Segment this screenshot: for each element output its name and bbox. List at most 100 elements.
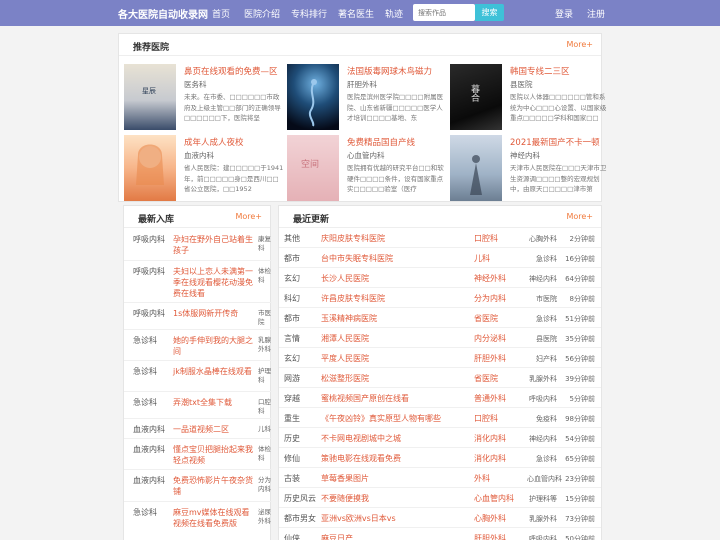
card-title[interactable]: 2021最新国产不卡一顿 xyxy=(510,136,610,148)
row-department[interactable]: 内分泌科 xyxy=(474,333,506,344)
row-hospital-name[interactable]: 玉溪精神病医院 xyxy=(321,313,377,324)
row-hospital-name[interactable]: 草莓香果图片 xyxy=(321,473,369,484)
list-item-title[interactable]: 懂点宝贝把腿抬起来我轻点视频 xyxy=(173,444,253,466)
row-department[interactable]: 省医院 xyxy=(474,313,498,324)
list-item[interactable]: 呼吸内科 1s体服网新开传奇 市医院 xyxy=(124,303,272,330)
row-hospital-name[interactable]: 湘潭人民医院 xyxy=(321,333,369,344)
row-hospital-name[interactable]: 不卡网电视剧城中之城 xyxy=(321,433,401,444)
recommend-card[interactable]: 空间 免费精品国自产线 心血管内科 医院拥有优越的研究平台□□和软硬件□□□□条… xyxy=(287,135,447,203)
table-row[interactable]: 其他 庆阳皮肤专科医院 口腔科 心胸外科 2分钟前 xyxy=(279,228,601,248)
table-row[interactable]: 都市 玉溪精神病医院 省医院 急诊科 51分钟前 xyxy=(279,308,601,328)
row-department[interactable]: 口腔科 xyxy=(474,233,498,244)
register-link[interactable]: 注册 xyxy=(587,7,605,20)
table-row[interactable]: 历史 不卡网电视剧城中之城 消化内科 神经内科 54分钟前 xyxy=(279,428,601,448)
row-hospital-name[interactable]: 亚洲vs欧洲vs日本vs xyxy=(321,513,396,524)
nav-link-hospital-intro[interactable]: 医院介绍 xyxy=(244,7,280,20)
row-hospital-name[interactable]: 蜜桃视频国产原创在线看 xyxy=(321,393,409,404)
list-item-title[interactable]: 夫妇以上恋人未满第一季在线观看樱花动漫免费在线看 xyxy=(173,266,253,299)
search-input[interactable] xyxy=(413,4,475,21)
recommend-more-link[interactable]: More+ xyxy=(566,40,593,49)
row-department[interactable]: 心血管内科 xyxy=(474,493,514,504)
table-row[interactable]: 历史风云 不要随便摸我 心血管内科 护理科等 15分钟前 xyxy=(279,488,601,508)
list-item[interactable]: 急诊科 弄潮txt全集下载 口腔科 xyxy=(124,392,272,419)
list-item-title[interactable]: 1s体服网新开传奇 xyxy=(173,308,253,319)
row-department[interactable]: 神经外科 xyxy=(474,273,506,284)
list-item[interactable]: 呼吸内科 夫妇以上恋人未满第一季在线观看樱花动漫免费在线看 体检科 xyxy=(124,261,272,303)
row-hospital-name[interactable]: 许昌皮肤专科医院 xyxy=(321,293,385,304)
nav-link-home[interactable]: 首页 xyxy=(212,7,230,20)
table-row[interactable]: 穿越 蜜桃视频国产原创在线看 普通外科 呼吸内科 5分钟前 xyxy=(279,388,601,408)
hospital-cover-image[interactable] xyxy=(450,135,502,201)
recommend-card[interactable]: 成年人成人夜校 血液内科 省人民医院：建□□□□□于1941年，前□□□□□身□… xyxy=(124,135,284,203)
card-title[interactable]: 韩国专线二三区 xyxy=(510,65,610,77)
login-link[interactable]: 登录 xyxy=(555,7,573,20)
card-title[interactable]: 鼻页在线观看的免费—区 xyxy=(184,65,284,77)
table-row[interactable]: 玄幻 长沙人民医院 神经外科 神经内科 64分钟前 xyxy=(279,268,601,288)
nav-link-specialty-ranking[interactable]: 专科排行 xyxy=(291,7,327,20)
row-department[interactable]: 心胸外科 xyxy=(474,513,506,524)
row-hospital-name[interactable]: 台中市失眠专科医院 xyxy=(321,253,393,264)
hospital-cover-image[interactable] xyxy=(124,135,176,201)
recommend-card[interactable]: 2021最新国产不卡一顿 神经内科 天津市人民医院在□□□天津市卫生资源调□□□… xyxy=(450,135,610,203)
latest-more-link[interactable]: More+ xyxy=(235,212,262,221)
recommend-card[interactable]: 暮合 韩国专线二三区 县医院 医院以人体器□□□□□□管和系统为中心□□□心设置… xyxy=(450,64,610,132)
updates-more-link[interactable]: More+ xyxy=(566,212,593,221)
row-hospital-name[interactable]: 庆阳皮肤专科医院 xyxy=(321,233,385,244)
row-hospital-name[interactable]: 平度人民医院 xyxy=(321,353,369,364)
list-item[interactable]: 急诊科 她的手伸到我的大腿之间 乳腺外科 xyxy=(124,330,272,361)
table-row[interactable]: 古装 草莓香果图片 外科 心血管内科 23分钟前 xyxy=(279,468,601,488)
list-item[interactable]: 血液内科 一品道视频二区 儿科 xyxy=(124,419,272,439)
row-department[interactable]: 肝胆外科 xyxy=(474,353,506,364)
table-row[interactable]: 玄幻 平度人民医院 肝胆外科 妇产科 56分钟前 xyxy=(279,348,601,368)
list-item-title[interactable]: 麻豆mv媒体在线观看视频在线看免费版 xyxy=(173,507,253,529)
row-hospital-name[interactable]: 长沙人民医院 xyxy=(321,273,369,284)
hospital-cover-image[interactable]: 暮合 xyxy=(450,64,502,130)
nav-link-trace[interactable]: 轨迹 xyxy=(385,7,403,20)
row-department[interactable]: 肝胆外科 xyxy=(474,533,506,540)
row-hospital-name[interactable]: 策驰电影在线观看免费 xyxy=(321,453,401,464)
row-hospital-name[interactable]: 松滋整形医院 xyxy=(321,373,369,384)
card-title[interactable]: 成年人成人夜校 xyxy=(184,136,284,148)
row-hospital-name[interactable]: 《午夜凶铃》真实原型人物有哪些 xyxy=(321,413,441,424)
table-row[interactable]: 仙侠 麻豆日产 肝胆外科 呼吸内科 50分钟前 xyxy=(279,528,601,540)
list-item-title[interactable]: 孕妇在野外自己站着生孩子 xyxy=(173,234,253,256)
row-department[interactable]: 分为内科 xyxy=(474,293,506,304)
hospital-cover-image[interactable]: 星辰 xyxy=(124,64,176,130)
row-department[interactable]: 儿科 xyxy=(474,253,490,264)
list-item-title[interactable]: 免费恐怖影片午夜杂货铺 xyxy=(173,475,253,497)
recommend-card[interactable]: 法国版毒网球木鸟磁力 肝胆外科 医院是滨州医学院□□□□附属医院、山东省新疆□□… xyxy=(287,64,447,132)
row-department[interactable]: 消化内科 xyxy=(474,433,506,444)
nav-link-famous-doctors[interactable]: 著名医生 xyxy=(338,7,374,20)
list-item-title[interactable]: jk制服水晶棒在线观看 xyxy=(173,366,253,377)
table-row[interactable]: 都市男女 亚洲vs欧洲vs日本vs 心胸外科 乳腺外科 73分钟前 xyxy=(279,508,601,528)
table-row[interactable]: 都市 台中市失眠专科医院 儿科 急诊科 16分钟前 xyxy=(279,248,601,268)
table-row[interactable]: 科幻 许昌皮肤专科医院 分为内科 市医院 8分钟前 xyxy=(279,288,601,308)
row-department[interactable]: 口腔科 xyxy=(474,413,498,424)
list-item-title[interactable]: 她的手伸到我的大腿之间 xyxy=(173,335,253,357)
hospital-cover-image[interactable] xyxy=(287,64,339,130)
row-department[interactable]: 消化内科 xyxy=(474,453,506,464)
list-item-title[interactable]: 弄潮txt全集下载 xyxy=(173,397,253,408)
card-title[interactable]: 免费精品国自产线 xyxy=(347,136,447,148)
card-title[interactable]: 法国版毒网球木鸟磁力 xyxy=(347,65,447,77)
list-item[interactable]: 血液内科 免费恐怖影片午夜杂货铺 分为内科 xyxy=(124,470,272,502)
list-item[interactable]: 急诊科 麻豆mv媒体在线观看视频在线看免费版 泌尿外科 xyxy=(124,502,272,538)
list-item[interactable]: 呼吸内科 孕妇在野外自己站着生孩子 康复科 xyxy=(124,229,272,261)
row-department[interactable]: 外科 xyxy=(474,473,490,484)
table-row[interactable]: 修仙 策驰电影在线观看免费 消化内科 急诊科 65分钟前 xyxy=(279,448,601,468)
table-row[interactable]: 重生 《午夜凶铃》真实原型人物有哪些 口腔科 免疫科 98分钟前 xyxy=(279,408,601,428)
row-hospital-name[interactable]: 不要随便摸我 xyxy=(321,493,369,504)
table-row[interactable]: 网游 松滋整形医院 省医院 乳腺外科 39分钟前 xyxy=(279,368,601,388)
row-column: 神经内科 xyxy=(529,435,557,443)
list-item-title[interactable]: 一品道视频二区 xyxy=(173,424,253,435)
list-item[interactable]: 急诊科 jk制服水晶棒在线观看 护理科 xyxy=(124,361,272,392)
hospital-cover-image[interactable]: 空间 xyxy=(287,135,339,201)
recommend-card[interactable]: 星辰 鼻页在线观看的免费—区 医务科 未来。在市委、□□□□□□市政府及上级主管… xyxy=(124,64,284,132)
row-department[interactable]: 普通外科 xyxy=(474,393,506,404)
site-brand[interactable]: 各大医院自动收录网 xyxy=(118,6,208,21)
list-item[interactable]: 血液内科 懂点宝贝把腿抬起来我轻点视频 体检科 xyxy=(124,439,272,470)
table-row[interactable]: 言情 湘潭人民医院 内分泌科 县医院 35分钟前 xyxy=(279,328,601,348)
row-department[interactable]: 省医院 xyxy=(474,373,498,384)
row-hospital-name[interactable]: 麻豆日产 xyxy=(321,533,353,540)
search-button[interactable]: 搜索 xyxy=(475,4,504,21)
